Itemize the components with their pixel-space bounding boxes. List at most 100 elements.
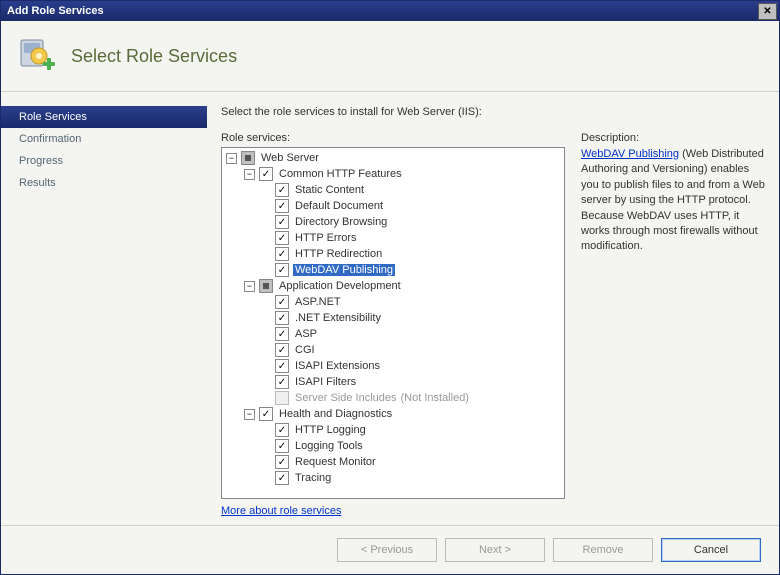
tree-item-label[interactable]: Request Monitor [293,456,378,468]
remove-button[interactable]: Remove [553,538,653,562]
tree-row[interactable]: − Web Server [226,150,562,166]
checkbox[interactable] [275,423,289,437]
tree-item-label[interactable]: Server Side Includes [293,392,399,404]
role-services-icon [17,36,57,76]
toggle-spacer [262,186,271,195]
checkbox[interactable] [275,327,289,341]
tree-row[interactable]: Server Side Includes (Not Installed) [262,390,562,406]
tree-item-label[interactable]: Common HTTP Features [277,168,404,180]
toggle-spacer [262,202,271,211]
step-progress[interactable]: Progress [1,150,207,172]
toggle-spacer [262,266,271,275]
tree-row[interactable]: − Health and Diagnostics [244,406,562,422]
checkbox[interactable] [275,375,289,389]
tree-item-label[interactable]: Logging Tools [293,440,365,452]
toggle-spacer [262,362,271,371]
description-link[interactable]: WebDAV Publishing [581,148,679,160]
tree-row[interactable]: ISAPI Extensions [262,358,562,374]
tree-item-label[interactable]: Web Server [259,152,321,164]
collapse-icon[interactable]: − [244,281,255,292]
tree-row[interactable]: ISAPI Filters [262,374,562,390]
tree-item-label[interactable]: Directory Browsing [293,216,389,228]
tree-item-label[interactable]: ASP [293,328,319,340]
tree-row[interactable]: Default Document [262,198,562,214]
step-role-services[interactable]: Role Services [1,106,207,128]
checkbox[interactable] [259,167,273,181]
close-button[interactable]: ✕ [758,3,777,20]
title-bar[interactable]: Add Role Services ✕ [1,1,779,21]
tree-item-label[interactable]: Default Document [293,200,385,212]
toggle-spacer [262,458,271,467]
tree-item-label[interactable]: .NET Extensibility [293,312,383,324]
previous-button[interactable]: < Previous [337,538,437,562]
tree-item-label[interactable]: Static Content [293,184,366,196]
tree-node: Tracing [262,470,562,486]
checkbox[interactable] [275,295,289,309]
tree-row[interactable]: ASP.NET [262,294,562,310]
checkbox[interactable] [275,263,289,277]
tree-item-label[interactable]: HTTP Redirection [293,248,384,260]
content-area: Role ServicesConfirmationProgressResults… [1,92,779,525]
toggle-spacer [262,378,271,387]
tree-node: CGI [262,342,562,358]
tree-row[interactable]: CGI [262,342,562,358]
tree-node: HTTP Logging [262,422,562,438]
checkbox[interactable] [275,183,289,197]
tree-item-label[interactable]: HTTP Errors [293,232,359,244]
checkbox[interactable] [275,343,289,357]
tree-row[interactable]: HTTP Logging [262,422,562,438]
role-services-tree[interactable]: −Web Server−Common HTTP FeaturesStatic C… [221,147,565,499]
collapse-icon[interactable]: − [244,169,255,180]
tree-item-label[interactable]: ISAPI Filters [293,376,358,388]
header: Select Role Services [1,21,779,92]
tree-row[interactable]: Tracing [262,470,562,486]
checkbox[interactable] [241,151,255,165]
tree-row[interactable]: Logging Tools [262,438,562,454]
tree-item-label[interactable]: Application Development [277,280,403,292]
tree-row[interactable]: − Common HTTP Features [244,166,562,182]
cancel-button[interactable]: Cancel [661,538,761,562]
checkbox[interactable] [259,407,273,421]
checkbox[interactable] [275,231,289,245]
tree-row[interactable]: Request Monitor [262,454,562,470]
tree-item-label[interactable]: CGI [293,344,317,356]
tree-node: ISAPI Filters [262,374,562,390]
checkbox[interactable] [275,199,289,213]
tree-row[interactable]: ASP [262,326,562,342]
checkbox[interactable] [275,471,289,485]
tree-item-label[interactable]: Health and Diagnostics [277,408,394,420]
checkbox[interactable] [259,279,273,293]
steps-sidebar: Role ServicesConfirmationProgressResults [1,92,207,525]
step-results[interactable]: Results [1,172,207,194]
next-button[interactable]: Next > [445,538,545,562]
checkbox[interactable] [275,439,289,453]
tree-item-label[interactable]: ISAPI Extensions [293,360,382,372]
tree-item-label[interactable]: Tracing [293,472,333,484]
tree-node: Default Document [262,198,562,214]
tree-row[interactable]: HTTP Redirection [262,246,562,262]
collapse-icon[interactable]: − [226,153,237,164]
tree-item-label[interactable]: WebDAV Publishing [293,264,395,276]
checkbox[interactable] [275,215,289,229]
step-confirmation[interactable]: Confirmation [1,128,207,150]
tree-item-label[interactable]: ASP.NET [293,296,343,308]
tree-node: − Common HTTP Features Static Content Defau… [244,166,562,278]
more-about-link[interactable]: More about role services [221,505,565,517]
checkbox[interactable] [275,455,289,469]
tree-node: HTTP Redirection [262,246,562,262]
tree-row[interactable]: .NET Extensibility [262,310,562,326]
tree-node: ISAPI Extensions [262,358,562,374]
tree-row[interactable]: Directory Browsing [262,214,562,230]
tree-row[interactable]: WebDAV Publishing [262,262,562,278]
tree-row[interactable]: Static Content [262,182,562,198]
checkbox[interactable] [275,359,289,373]
tree-item-label[interactable]: HTTP Logging [293,424,368,436]
tree-label: Role services: [221,132,565,144]
collapse-icon[interactable]: − [244,409,255,420]
tree-row[interactable]: HTTP Errors [262,230,562,246]
checkbox[interactable] [275,311,289,325]
checkbox[interactable] [275,247,289,261]
toggle-spacer [262,474,271,483]
checkbox [275,391,289,405]
tree-row[interactable]: − Application Development [244,278,562,294]
